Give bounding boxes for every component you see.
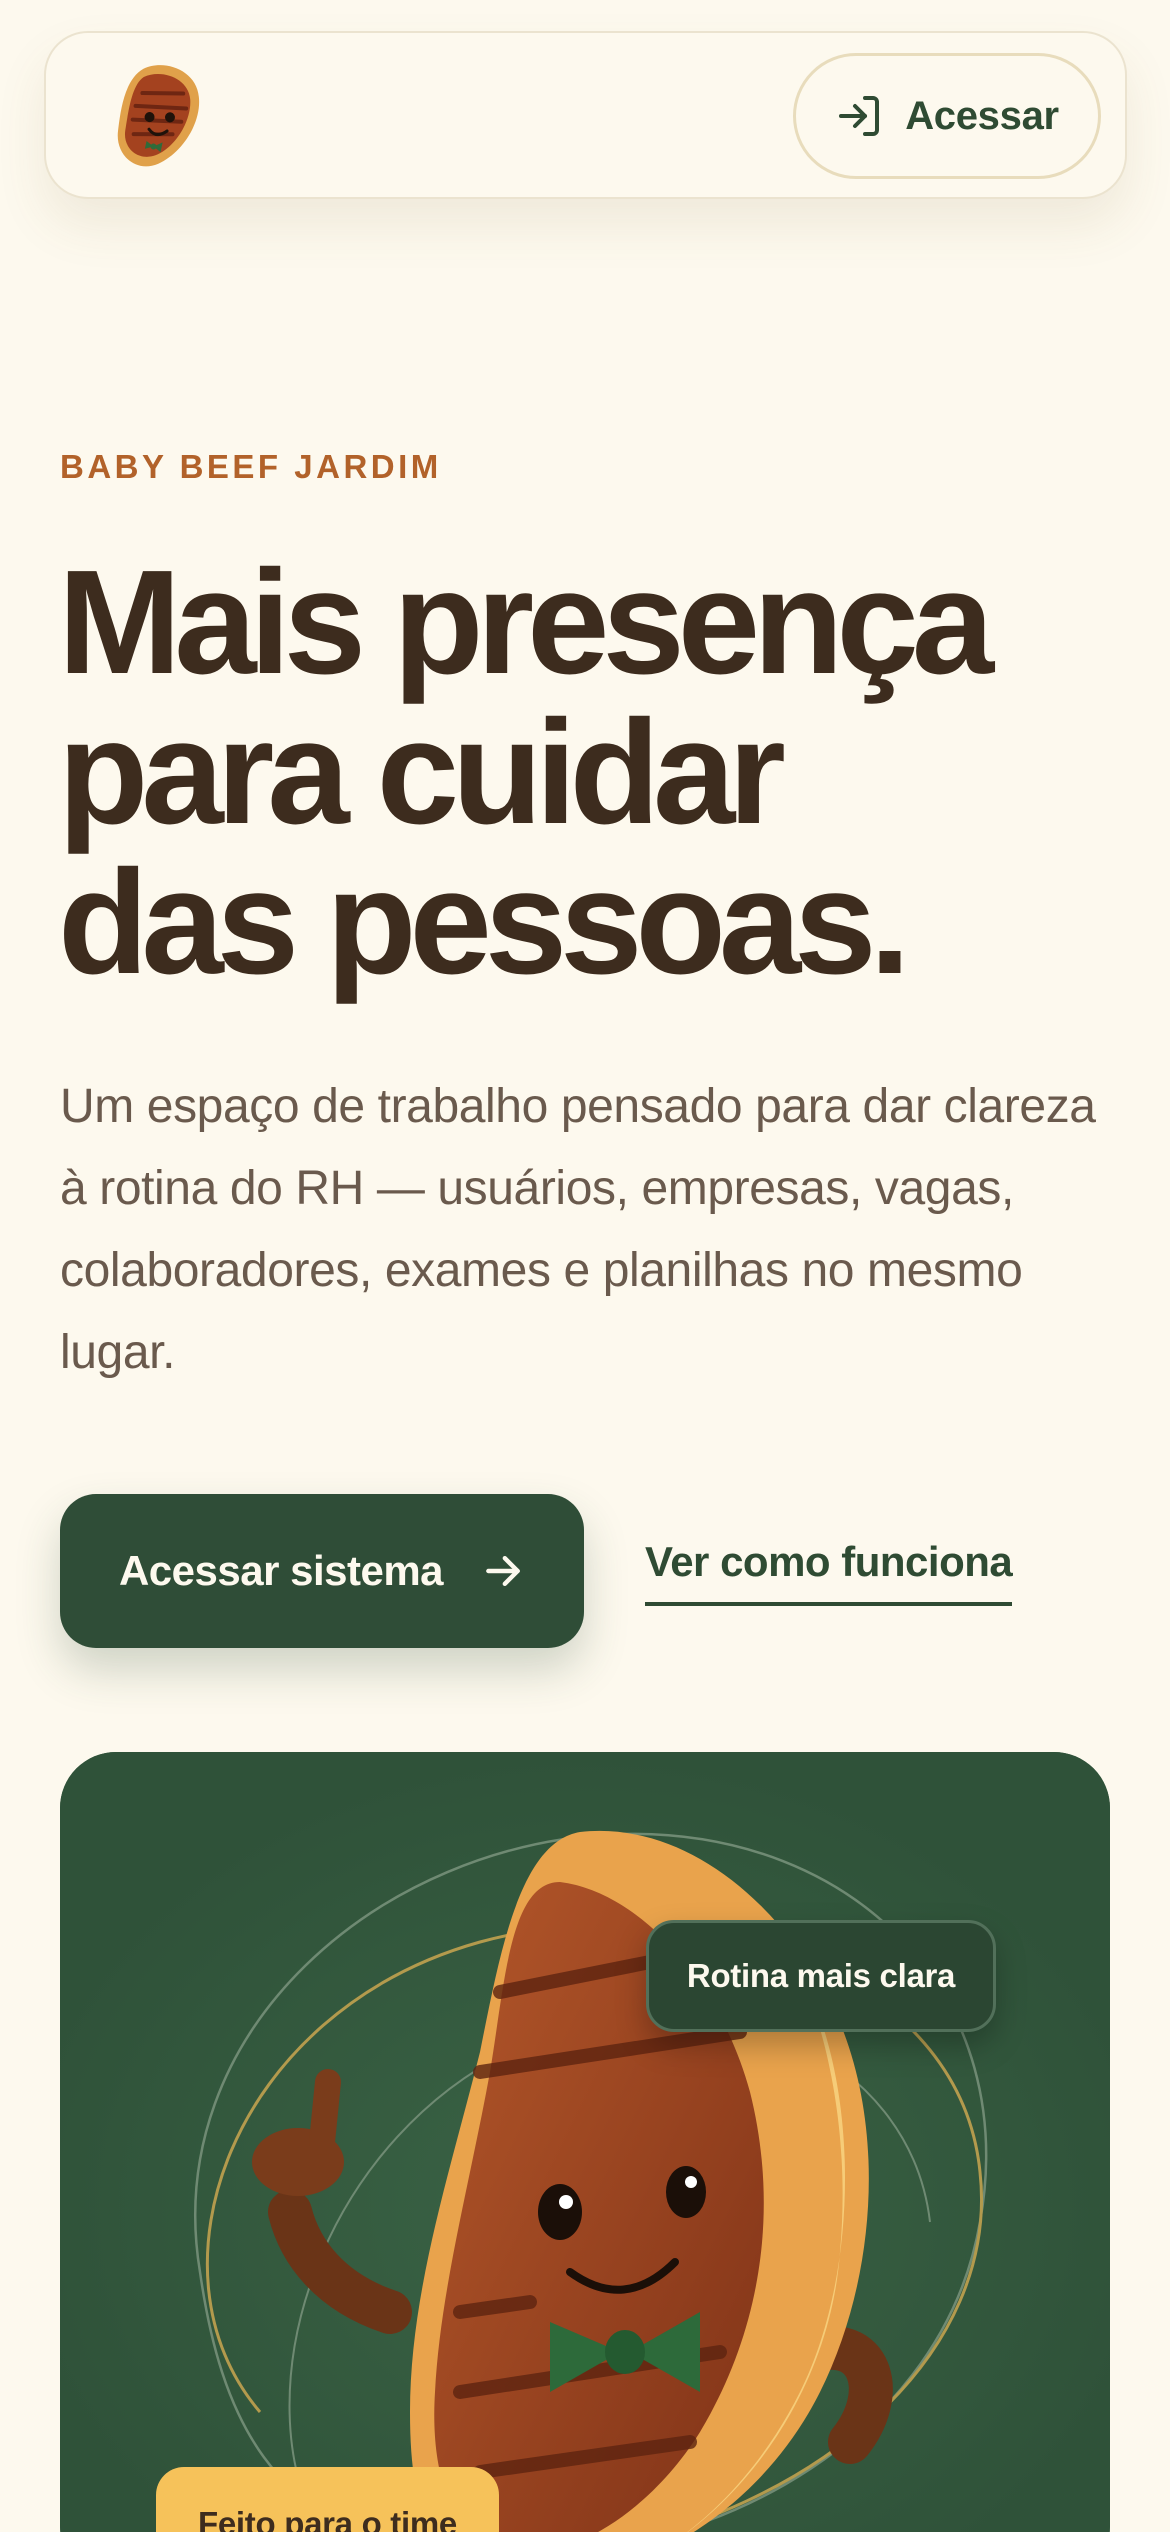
access-system-label: Acessar sistema bbox=[118, 1547, 444, 1594]
login-button[interactable]: Acessar bbox=[793, 53, 1101, 179]
steak-mascot-logo-icon[interactable] bbox=[94, 51, 224, 181]
made-for-team-badge-label: Feito para o time bbox=[198, 2505, 457, 2532]
headline-line-3: das pessoas. bbox=[58, 840, 911, 1005]
clear-routine-badge: Rotina mais clara bbox=[646, 1920, 996, 2032]
hero-description: Um espaço de trabalho pensado para dar c… bbox=[60, 1080, 1096, 1379]
access-system-button[interactable]: Acessar sistema bbox=[60, 1494, 584, 1648]
mascot-showcase-card: Rotina mais clara Feito para o time bbox=[60, 1752, 1110, 2532]
headline-line-2: para cuidar bbox=[58, 690, 786, 855]
top-header: Acessar bbox=[44, 31, 1127, 199]
sign-in-icon bbox=[839, 96, 880, 136]
clear-routine-badge-label: Rotina mais clara bbox=[686, 1957, 956, 1994]
steak-mascot-illustration bbox=[60, 1752, 1110, 2532]
login-button-label: Acessar bbox=[905, 93, 1059, 138]
how-it-works-link[interactable]: Ver como funciona bbox=[645, 1538, 1013, 1606]
made-for-team-badge: Feito para o time bbox=[156, 2467, 499, 2532]
hero-eyebrow: BABY BEEF JARDIM bbox=[60, 448, 442, 485]
hero-headline: Mais presença para cuidar das pessoas. bbox=[58, 548, 1118, 998]
arrow-right-icon bbox=[486, 1555, 520, 1587]
headline-line-1: Mais presença bbox=[58, 540, 994, 705]
